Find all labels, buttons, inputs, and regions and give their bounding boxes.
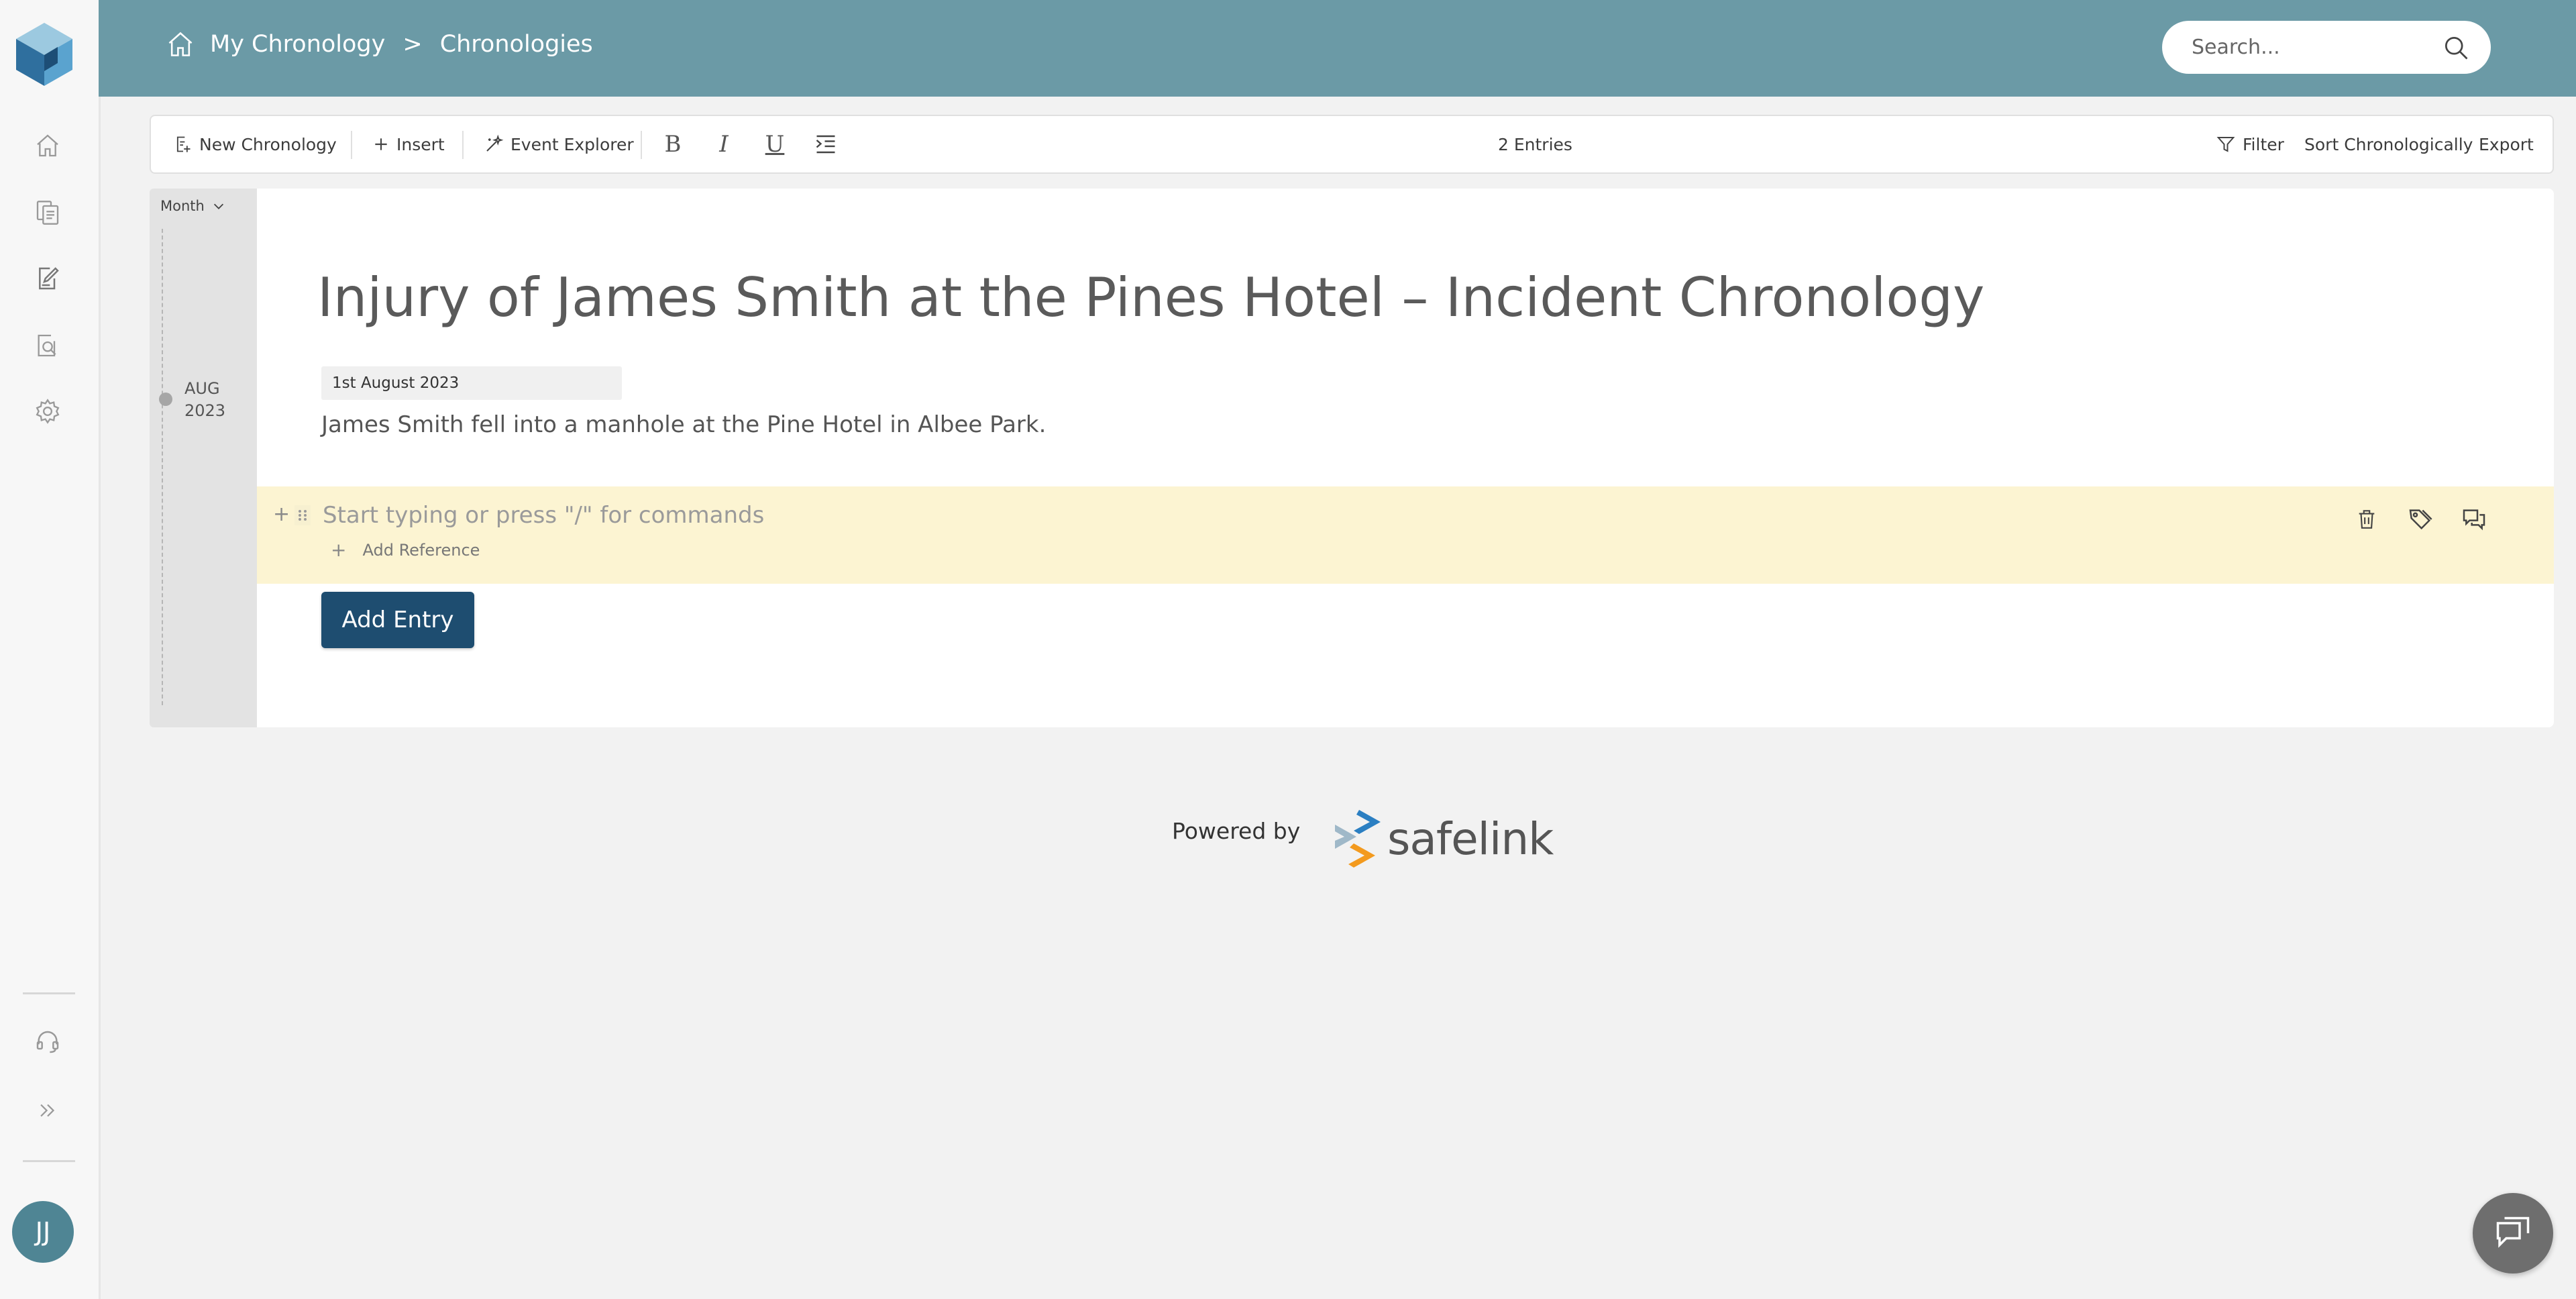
new-chronology-button[interactable]: New Chronology bbox=[174, 116, 337, 172]
export-button[interactable]: Export bbox=[2479, 116, 2534, 172]
filter-button[interactable]: Filter bbox=[2216, 116, 2284, 172]
breadcrumb-current[interactable]: Chronologies bbox=[440, 31, 593, 58]
add-reference-label: Add Reference bbox=[362, 540, 480, 560]
document-title[interactable]: Injury of James Smith at the Pines Hotel… bbox=[317, 266, 1984, 329]
support-headset-icon[interactable] bbox=[30, 1024, 66, 1060]
new-chronology-label: New Chronology bbox=[199, 134, 337, 154]
chat-support-button[interactable] bbox=[2473, 1193, 2553, 1274]
plus-icon: + bbox=[331, 539, 347, 561]
entries-count-label: 2 Entries bbox=[1498, 134, 1572, 154]
settings-icon[interactable] bbox=[30, 393, 66, 429]
avatar-initials: JJ bbox=[35, 1217, 51, 1247]
event-explorer-label: Event Explorer bbox=[511, 134, 634, 154]
chronology-document: Injury of James Smith at the Pines Hotel… bbox=[257, 189, 2554, 727]
home-icon[interactable] bbox=[30, 127, 66, 164]
new-entry-input[interactable] bbox=[321, 501, 1263, 529]
new-document-icon bbox=[176, 136, 191, 152]
breadcrumb: My Chronology > Chronologies bbox=[166, 30, 593, 59]
chevron-down-icon bbox=[213, 203, 223, 209]
indent-button[interactable] bbox=[810, 128, 842, 160]
search-icon[interactable] bbox=[2441, 33, 2471, 62]
chat-icon bbox=[2496, 1216, 2530, 1248]
powered-by-label: Powered by bbox=[1172, 818, 1301, 844]
insert-label: Insert bbox=[396, 134, 445, 154]
expand-icon[interactable] bbox=[30, 1092, 66, 1129]
timeline-track bbox=[162, 229, 163, 705]
editor-toolbar: New Chronology Insert Event Explorer B I… bbox=[150, 115, 2554, 174]
safelink-logo-icon bbox=[1335, 810, 1381, 868]
drag-handle-icon[interactable] bbox=[294, 505, 311, 525]
entry-date-value: 1st August 2023 bbox=[332, 374, 460, 392]
filter-label: Filter bbox=[2243, 134, 2284, 154]
safelink-wordmark: safelink bbox=[1387, 813, 1554, 865]
sort-label: Sort Chronologically bbox=[2304, 134, 2473, 154]
entries-count: 2 Entries bbox=[1498, 116, 1572, 172]
entry-date-field[interactable]: 1st August 2023 bbox=[321, 366, 622, 400]
rail-divider bbox=[23, 1160, 75, 1162]
app-logo-icon[interactable] bbox=[13, 21, 75, 87]
toolbar-separator bbox=[462, 131, 464, 159]
sort-chronologically-button[interactable]: Sort Chronologically bbox=[2304, 116, 2473, 172]
home-icon[interactable] bbox=[166, 30, 195, 59]
magic-wand-icon bbox=[486, 134, 504, 152]
event-explorer-button[interactable]: Event Explorer bbox=[484, 116, 634, 172]
search-report-icon[interactable] bbox=[30, 327, 66, 364]
entry-text[interactable]: James Smith fell into a manhole at the P… bbox=[321, 411, 1046, 438]
breadcrumb-separator: > bbox=[402, 31, 423, 58]
add-reference-button[interactable]: + Add Reference bbox=[331, 539, 480, 561]
documents-icon[interactable] bbox=[30, 195, 66, 231]
timeline-marker-dot[interactable] bbox=[159, 393, 172, 406]
bold-button[interactable]: B bbox=[657, 128, 689, 160]
search-box bbox=[2162, 21, 2491, 74]
timeline-granularity-label: Month bbox=[160, 198, 205, 214]
left-rail: JJ bbox=[0, 0, 101, 1299]
avatar[interactable]: JJ bbox=[12, 1201, 74, 1263]
filter-icon bbox=[2216, 137, 2235, 152]
tags-icon[interactable] bbox=[2404, 503, 2437, 536]
italic-icon: I bbox=[719, 131, 729, 158]
timeline-granularity-dropdown[interactable]: Month bbox=[160, 198, 226, 214]
plus-icon bbox=[375, 138, 387, 150]
underline-icon: U bbox=[765, 131, 785, 158]
rail-divider bbox=[23, 992, 75, 994]
underline-button[interactable]: U bbox=[759, 128, 791, 160]
toolbar-separator bbox=[641, 131, 642, 159]
search-input[interactable] bbox=[2190, 35, 2434, 60]
new-entry-row: + + Add Reference bbox=[257, 486, 2554, 584]
timeline-sidebar: Month AUG 2023 bbox=[150, 189, 257, 727]
safelink-logo[interactable]: safelink bbox=[1330, 809, 1554, 869]
toolbar-separator bbox=[351, 131, 352, 159]
italic-button[interactable]: I bbox=[708, 128, 740, 160]
chronology-icon[interactable] bbox=[30, 260, 66, 297]
indent-icon bbox=[816, 135, 835, 154]
add-block-icon[interactable]: + bbox=[273, 503, 290, 526]
timeline-marker-year: 2023 bbox=[184, 401, 226, 420]
timeline-marker[interactable]: AUG 2023 bbox=[184, 378, 225, 422]
export-label: Export bbox=[2479, 134, 2534, 154]
timeline-marker-month: AUG bbox=[184, 379, 220, 398]
top-header: My Chronology > Chronologies bbox=[99, 0, 2576, 97]
breadcrumb-root-link[interactable]: My Chronology bbox=[210, 31, 385, 58]
insert-button[interactable]: Insert bbox=[372, 116, 445, 172]
comments-icon[interactable] bbox=[2457, 503, 2491, 536]
trash-icon[interactable] bbox=[2350, 503, 2383, 536]
add-entry-button[interactable]: Add Entry bbox=[321, 592, 474, 648]
bold-icon: B bbox=[664, 131, 682, 158]
